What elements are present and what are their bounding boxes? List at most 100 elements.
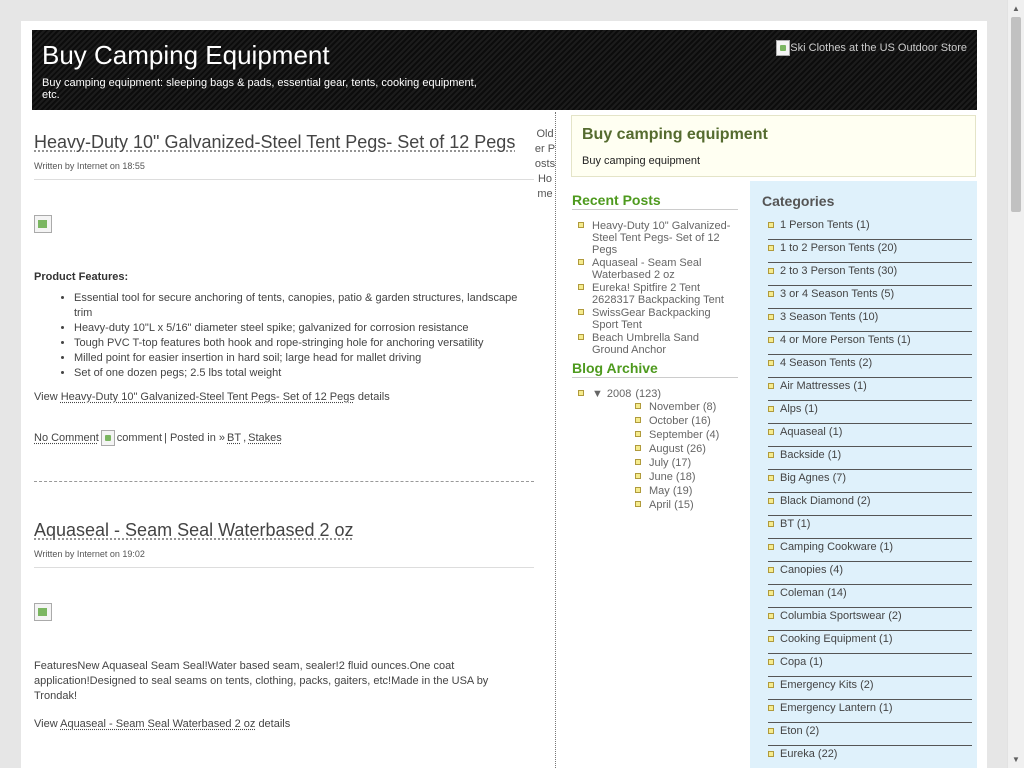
category-item[interactable]: Emergency Kits (2) <box>768 677 972 700</box>
post-title[interactable]: Heavy-Duty 10" Galvanized-Steel Tent Peg… <box>34 132 515 153</box>
bullet-icon <box>768 245 774 251</box>
category-link[interactable]: Eureka (22) <box>780 748 837 760</box>
category-item[interactable]: 4 or More Person Tents (1) <box>768 332 972 355</box>
view-product-link[interactable]: Heavy-Duty 10" Galvanized-Steel Tent Peg… <box>61 391 355 403</box>
category-item[interactable]: 3 or 4 Season Tents (5) <box>768 286 972 309</box>
comment-line: No Comment comment | Posted in » BT, Sta… <box>34 430 534 446</box>
archive-month-link[interactable]: August <box>649 443 683 455</box>
category-link[interactable]: Air Mattresses (1) <box>780 380 867 392</box>
archive-month-link[interactable]: April <box>649 499 671 511</box>
category-link[interactable]: 4 or More Person Tents (1) <box>780 334 911 346</box>
category-item[interactable]: BT (1) <box>768 516 972 539</box>
tag-link-stakes[interactable]: Stakes <box>248 432 282 444</box>
archive-year-link[interactable]: 2008 <box>607 388 631 400</box>
category-link[interactable]: 1 Person Tents (1) <box>780 219 870 231</box>
tag-link-bt[interactable]: BT <box>227 432 241 444</box>
category-item[interactable]: Aquaseal (1) <box>768 424 972 447</box>
site-description: Buy camping equipment: sleeping bags & p… <box>42 77 477 101</box>
header-ad-banner[interactable]: Ski Clothes at the US Outdoor Store <box>776 40 967 56</box>
archive-month-link[interactable]: October <box>649 415 688 427</box>
category-link[interactable]: Black Diamond (2) <box>780 495 870 507</box>
header-ad-alt-text[interactable]: Ski Clothes at the US Outdoor Store <box>790 42 967 54</box>
category-link[interactable]: BT (1) <box>780 518 810 530</box>
category-link[interactable]: Coleman (14) <box>780 587 847 599</box>
scroll-down-icon[interactable]: ▼ <box>1008 751 1024 768</box>
category-link[interactable]: 2 to 3 Person Tents (30) <box>780 265 897 277</box>
archive-month-link[interactable]: September <box>649 429 703 441</box>
category-link[interactable]: Copa (1) <box>780 656 823 668</box>
category-item[interactable]: 1 Person Tents (1) <box>768 217 972 240</box>
category-link[interactable]: Camping Cookware (1) <box>780 541 893 553</box>
recent-post-item[interactable]: Beach Umbrella Sand Ground Anchor <box>572 332 738 356</box>
category-link[interactable]: Emergency Lantern (1) <box>780 702 893 714</box>
category-link[interactable]: Columbia Sportswear (2) <box>780 610 902 622</box>
recent-post-item[interactable]: SwissGear Backpacking Sport Tent <box>572 307 738 331</box>
scroll-up-icon[interactable]: ▲ <box>1008 0 1024 17</box>
vertical-scrollbar[interactable]: ▲ ▼ <box>1007 0 1024 768</box>
older-posts-link[interactable]: Older Posts <box>535 128 555 170</box>
view-product-link[interactable]: Aquaseal - Seam Seal Waterbased 2 oz <box>60 718 255 730</box>
recent-post-item[interactable]: Aquaseal - Seam Seal Waterbased 2 oz <box>572 257 738 281</box>
home-link[interactable]: Home <box>537 173 552 200</box>
features-list: Essential tool for secure anchoring of t… <box>74 291 534 381</box>
category-item[interactable]: 3 Season Tents (10) <box>768 309 972 332</box>
archive-month-item: September (4) <box>635 429 738 442</box>
category-item[interactable]: Columbia Sportswear (2) <box>768 608 972 631</box>
category-item[interactable]: 4 Season Tents (2) <box>768 355 972 378</box>
category-item[interactable]: Eton (2) <box>768 723 972 746</box>
bullet-icon <box>635 445 641 451</box>
collapse-toggle-icon[interactable]: ▼ <box>592 388 603 400</box>
product-image-icon[interactable] <box>34 603 52 621</box>
category-link[interactable]: Eton (2) <box>780 725 819 737</box>
category-link[interactable]: Aquaseal (1) <box>780 426 842 438</box>
category-item[interactable]: Big Agnes (7) <box>768 470 972 493</box>
category-item[interactable]: Black Diamond (2) <box>768 493 972 516</box>
category-item[interactable]: 2 to 3 Person Tents (30) <box>768 263 972 286</box>
site-title[interactable]: Buy Camping Equipment <box>42 40 330 71</box>
recent-post-link[interactable]: Eureka! Spitfire 2 Tent 2628317 Backpack… <box>592 282 724 306</box>
archive-month-link[interactable]: May <box>649 485 670 497</box>
no-comment-link[interactable]: No Comment <box>34 432 99 444</box>
category-link[interactable]: 3 Season Tents (10) <box>780 311 878 323</box>
recent-post-item[interactable]: Heavy-Duty 10" Galvanized-Steel Tent Peg… <box>572 220 738 256</box>
product-image-icon[interactable] <box>34 215 52 233</box>
category-item[interactable]: Coleman (14) <box>768 585 972 608</box>
category-link[interactable]: 3 or 4 Season Tents (5) <box>780 288 894 300</box>
comment-icon[interactable] <box>100 430 115 446</box>
recent-post-link[interactable]: SwissGear Backpacking Sport Tent <box>592 307 711 331</box>
recent-post-link[interactable]: Beach Umbrella Sand Ground Anchor <box>592 332 699 356</box>
view-suffix: details <box>357 391 390 403</box>
recent-post-link[interactable]: Heavy-Duty 10" Galvanized-Steel Tent Peg… <box>592 220 730 256</box>
category-link[interactable]: 4 Season Tents (2) <box>780 357 872 369</box>
category-item[interactable]: Alps (1) <box>768 401 972 424</box>
view-prefix: View <box>34 718 58 730</box>
category-link[interactable]: Alps (1) <box>780 403 818 415</box>
category-link[interactable]: Backside (1) <box>780 449 841 461</box>
category-link[interactable]: Canopies (4) <box>780 564 843 576</box>
archive-month-link[interactable]: July <box>649 457 669 469</box>
category-item[interactable]: Eureka (22) <box>768 746 972 768</box>
category-item[interactable]: Emergency Lantern (1) <box>768 700 972 723</box>
category-item[interactable]: Backside (1) <box>768 447 972 470</box>
category-link[interactable]: 1 to 2 Person Tents (20) <box>780 242 897 254</box>
bullet-icon <box>768 268 774 274</box>
category-item[interactable]: Air Mattresses (1) <box>768 378 972 401</box>
bullet-icon <box>635 417 641 423</box>
category-item[interactable]: Copa (1) <box>768 654 972 677</box>
archive-month-link[interactable]: June <box>649 471 673 483</box>
category-item[interactable]: Cooking Equipment (1) <box>768 631 972 654</box>
post-title[interactable]: Aquaseal - Seam Seal Waterbased 2 oz <box>34 520 354 541</box>
archive-list: ▼ 2008 (123) November (8) October (16) S… <box>572 388 738 512</box>
category-link[interactable]: Cooking Equipment (1) <box>780 633 893 645</box>
recent-post-link[interactable]: Aquaseal - Seam Seal Waterbased 2 oz <box>592 257 701 281</box>
category-link[interactable]: Big Agnes (7) <box>780 472 846 484</box>
category-item[interactable]: Canopies (4) <box>768 562 972 585</box>
recent-post-item[interactable]: Eureka! Spitfire 2 Tent 2628317 Backpack… <box>572 282 738 306</box>
archive-month-link[interactable]: November <box>649 401 700 413</box>
category-link[interactable]: Emergency Kits (2) <box>780 679 874 691</box>
post-body: FeaturesNew Aquaseal Seam Seal!Water bas… <box>34 660 489 702</box>
scrollbar-thumb[interactable] <box>1011 17 1021 212</box>
category-item[interactable]: 1 to 2 Person Tents (20) <box>768 240 972 263</box>
category-item[interactable]: Camping Cookware (1) <box>768 539 972 562</box>
archive-year-item: ▼ 2008 (123) November (8) October (16) S… <box>572 388 738 512</box>
